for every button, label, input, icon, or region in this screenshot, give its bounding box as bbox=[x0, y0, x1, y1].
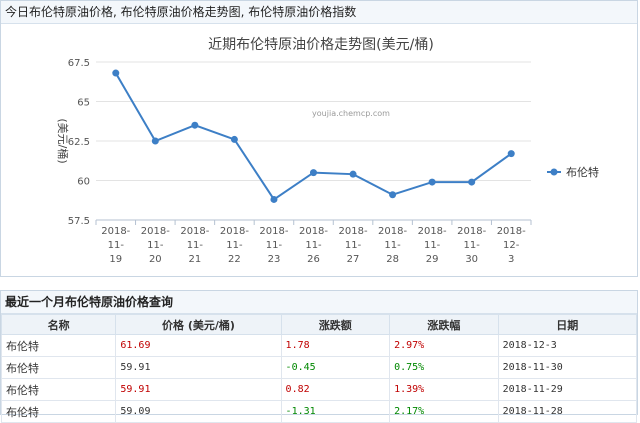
cell-pct: 0.75% bbox=[389, 356, 499, 379]
cell-price: 59.91 bbox=[115, 378, 282, 401]
x-tick-label: 11- bbox=[266, 240, 283, 251]
x-tick-label: 21 bbox=[188, 254, 201, 265]
chart-panel: 今日布伦特原油价格, 布伦特原油价格走势图, 布伦特原油价格指数 近期布伦特原油… bbox=[0, 0, 638, 277]
x-tick-label: 22 bbox=[228, 254, 241, 265]
cell-price: 59.09 bbox=[115, 400, 282, 423]
cell-name: 布伦特 bbox=[0, 334, 117, 357]
data-point bbox=[349, 170, 357, 178]
cell-name: 布伦特 bbox=[0, 378, 117, 401]
x-tick-label: 11- bbox=[108, 240, 125, 251]
x-tick-label: 2018- bbox=[259, 226, 288, 237]
y-tick-label: 65 bbox=[77, 98, 90, 109]
cell-name: 布伦特 bbox=[0, 356, 117, 379]
x-tick-label: 11- bbox=[305, 240, 322, 251]
cell-name: 布伦特 bbox=[0, 400, 117, 423]
cell-pct: 1.39% bbox=[389, 378, 499, 401]
price-line-chart: 近期布伦特原油价格走势图(美元/桶)youjia.chemcp.com(美元/桶… bbox=[56, 37, 599, 265]
data-point bbox=[151, 137, 159, 145]
x-tick-label: 2018- bbox=[378, 226, 407, 237]
table-row: 布伦特 59.09 -1.31 2.17% 2018-11-28 bbox=[0, 400, 638, 423]
chart-panel-header: 今日布伦特原油价格, 布伦特原油价格走势图, 布伦特原油价格指数 bbox=[1, 1, 637, 24]
cell-date: 2018-12-3 bbox=[497, 334, 638, 357]
x-tick-label: 28 bbox=[386, 254, 399, 265]
cell-pct: 2.97% bbox=[389, 334, 499, 357]
x-tick-label: 12- bbox=[503, 240, 520, 251]
col-header-price: 价格 (美元/桶) bbox=[115, 314, 282, 335]
x-tick-label: 2018- bbox=[299, 226, 328, 237]
table-row: 布伦特 59.91 -0.45 0.75% 2018-11-30 bbox=[0, 356, 638, 379]
chart-watermark: youjia.chemcp.com bbox=[312, 109, 390, 118]
x-tick-label: 11- bbox=[147, 240, 164, 251]
chart-title: 近期布伦特原油价格走势图(美元/桶) bbox=[208, 37, 434, 53]
table-panel-header: 最近一个月布伦特原油价格查询 bbox=[1, 291, 637, 314]
x-tick-label: 23 bbox=[268, 254, 281, 265]
x-tick-label: 27 bbox=[347, 254, 360, 265]
y-tick-label: 57.5 bbox=[68, 216, 90, 227]
x-tick-label: 2018- bbox=[101, 226, 130, 237]
x-tick-label: 20 bbox=[149, 254, 162, 265]
x-tick-label: 30 bbox=[465, 254, 478, 265]
x-tick-label: 2018- bbox=[457, 226, 486, 237]
x-tick-label: 2018- bbox=[220, 226, 249, 237]
x-tick-label: 2018- bbox=[339, 226, 368, 237]
x-tick-label: 2018- bbox=[141, 226, 170, 237]
data-point bbox=[191, 121, 199, 129]
table-panel: 最近一个月布伦特原油价格查询 名称 价格 (美元/桶) 涨跌额 涨跌幅 日期 布… bbox=[0, 290, 638, 423]
chart-area: 近期布伦特原油价格走势图(美元/桶) youjia.chemcp.com (美元/桶… bbox=[1, 24, 639, 276]
col-header-change: 涨跌额 bbox=[280, 314, 391, 335]
data-point bbox=[230, 135, 238, 143]
x-tick-label: 3 bbox=[508, 254, 514, 265]
price-table: 名称 价格 (美元/桶) 涨跌额 涨跌幅 日期 布伦特 61.69 1.78 2.97… bbox=[0, 314, 638, 423]
cell-change: -0.45 bbox=[280, 356, 391, 379]
data-point bbox=[507, 150, 515, 158]
x-tick-label: 2018- bbox=[418, 226, 447, 237]
y-tick-label: 67.5 bbox=[68, 58, 90, 69]
table-row: 布伦特 59.91 0.82 1.39% 2018-11-29 bbox=[0, 378, 638, 401]
x-tick-label: 2018- bbox=[180, 226, 209, 237]
col-header-pct: 涨跌幅 bbox=[389, 314, 499, 335]
cell-date: 2018-11-30 bbox=[497, 356, 638, 379]
x-tick-label: 29 bbox=[426, 254, 439, 265]
x-tick-label: 2018- bbox=[497, 226, 526, 237]
data-point bbox=[389, 191, 397, 199]
legend-label: 布伦特 bbox=[566, 165, 599, 179]
cell-date: 2018-11-28 bbox=[497, 400, 638, 423]
table-header-row: 名称 价格 (美元/桶) 涨跌额 涨跌幅 日期 bbox=[0, 314, 638, 335]
cell-change: 1.78 bbox=[280, 334, 391, 357]
y-tick-label: 60 bbox=[77, 177, 90, 188]
col-header-date: 日期 bbox=[497, 314, 638, 335]
cell-price: 61.69 bbox=[115, 334, 282, 357]
x-tick-label: 11- bbox=[384, 240, 401, 251]
table-row: 布伦特 61.69 1.78 2.97% 2018-12-3 bbox=[0, 334, 638, 357]
x-tick-label: 11- bbox=[424, 240, 441, 251]
data-point bbox=[270, 195, 278, 203]
x-tick-label: 11- bbox=[187, 240, 204, 251]
col-header-name: 名称 bbox=[0, 314, 117, 335]
x-tick-label: 11- bbox=[226, 240, 243, 251]
cell-change: 0.82 bbox=[280, 378, 391, 401]
x-tick-label: 11- bbox=[345, 240, 362, 251]
data-point bbox=[310, 169, 317, 177]
y-tick-label: 62.5 bbox=[68, 137, 90, 148]
data-point bbox=[468, 178, 476, 186]
data-point bbox=[428, 178, 436, 186]
legend-marker bbox=[550, 168, 558, 176]
cell-price: 59.91 bbox=[115, 356, 282, 379]
x-tick-label: 11- bbox=[464, 240, 481, 251]
cell-change: -1.31 bbox=[280, 400, 391, 423]
cell-pct: 2.17% bbox=[389, 400, 499, 423]
x-tick-label: 19 bbox=[109, 254, 122, 265]
x-tick-label: 26 bbox=[307, 254, 320, 265]
data-point bbox=[112, 69, 120, 77]
cell-date: 2018-11-29 bbox=[497, 378, 638, 401]
